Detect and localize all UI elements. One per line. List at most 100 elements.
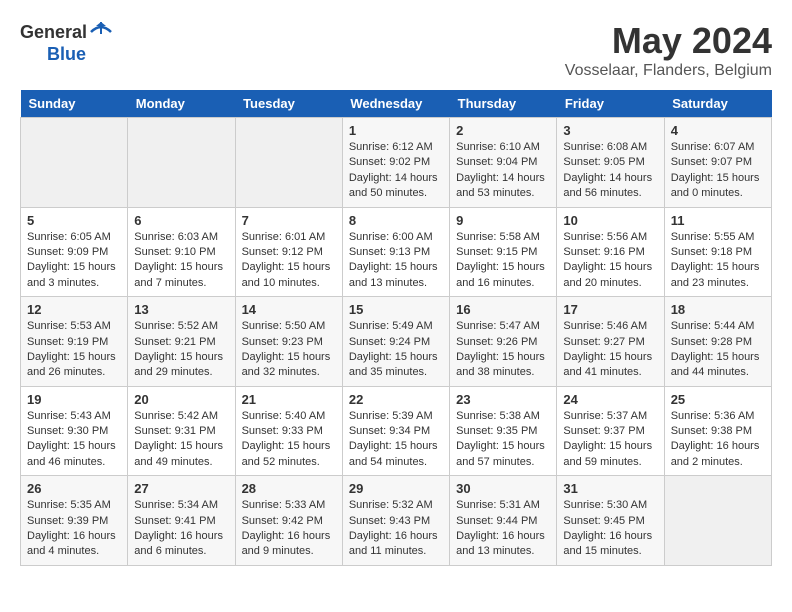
calendar-cell: 30 Sunrise: 5:31 AMSunset: 9:44 PMDayligh…	[450, 476, 557, 566]
day-info: Sunrise: 5:42 AMSunset: 9:31 PMDaylight:…	[134, 409, 228, 471]
calendar-cell: 18 Sunrise: 5:44 AMSunset: 9:28 PMDayligh…	[664, 297, 771, 387]
week-row-1: 1 Sunrise: 6:12 AMSunset: 9:02 PMDaylight…	[21, 118, 772, 208]
day-info: Sunrise: 6:08 AMSunset: 9:05 PMDaylight:…	[563, 140, 657, 202]
day-info: Sunrise: 5:52 AMSunset: 9:21 PMDaylight:…	[134, 319, 228, 381]
day-number: 22	[349, 392, 443, 407]
weekday-header-row: SundayMondayTuesdayWednesdayThursdayFrid…	[21, 90, 772, 118]
weekday-header-wednesday: Wednesday	[342, 90, 449, 118]
calendar-cell	[128, 118, 235, 208]
day-number: 27	[134, 481, 228, 496]
weekday-header-sunday: Sunday	[21, 90, 128, 118]
weekday-header-friday: Friday	[557, 90, 664, 118]
calendar-cell: 4Sunrise: 6:07 AMSunset: 9:07 PMDaylight…	[664, 118, 771, 208]
day-info: Sunrise: 5:43 AMSunset: 9:30 PMDaylight:…	[27, 409, 121, 471]
day-number: 25	[671, 392, 765, 407]
calendar-cell: 13 Sunrise: 5:52 AMSunset: 9:21 PMDayligh…	[128, 297, 235, 387]
day-number: 13	[134, 302, 228, 317]
day-number: 6	[134, 213, 228, 228]
day-info: Sunrise: 5:47 AMSunset: 9:26 PMDaylight:…	[456, 319, 550, 381]
calendar-cell	[21, 118, 128, 208]
day-info: Sunrise: 5:56 AMSunset: 9:16 PMDaylight:…	[563, 230, 657, 292]
day-number: 30	[456, 481, 550, 496]
day-number: 29	[349, 481, 443, 496]
day-number: 23	[456, 392, 550, 407]
calendar-cell: 16Sunrise: 5:47 AMSunset: 9:26 PMDayligh…	[450, 297, 557, 387]
day-number: 10	[563, 213, 657, 228]
calendar-cell: 5 Sunrise: 6:05 AMSunset: 9:09 PMDaylight…	[21, 207, 128, 297]
day-number: 24	[563, 392, 657, 407]
day-info: Sunrise: 5:34 AMSunset: 9:41 PMDaylight:…	[134, 498, 228, 560]
calendar-cell: 27 Sunrise: 5:34 AMSunset: 9:41 PMDayligh…	[128, 476, 235, 566]
calendar-cell: 26Sunrise: 5:35 AMSunset: 9:39 PMDayligh…	[21, 476, 128, 566]
weekday-header-tuesday: Tuesday	[235, 90, 342, 118]
calendar-cell: 7Sunrise: 6:01 AMSunset: 9:12 PMDaylight…	[235, 207, 342, 297]
day-number: 17	[563, 302, 657, 317]
week-row-5: 26Sunrise: 5:35 AMSunset: 9:39 PMDayligh…	[21, 476, 772, 566]
day-number: 1	[349, 123, 443, 138]
day-info: Sunrise: 5:35 AMSunset: 9:39 PMDaylight:…	[27, 498, 121, 560]
day-info: Sunrise: 5:33 AMSunset: 9:42 PMDaylight:…	[242, 498, 336, 560]
day-info: Sunrise: 5:49 AMSunset: 9:24 PMDaylight:…	[349, 319, 443, 381]
calendar-cell: 31 Sunrise: 5:30 AMSunset: 9:45 PMDayligh…	[557, 476, 664, 566]
location-title: Vosselaar, Flanders, Belgium	[565, 62, 772, 80]
day-info: Sunrise: 5:44 AMSunset: 9:28 PMDaylight:…	[671, 319, 765, 381]
weekday-header-thursday: Thursday	[450, 90, 557, 118]
day-info: Sunrise: 5:46 AMSunset: 9:27 PMDaylight:…	[563, 319, 657, 381]
calendar-cell: 19Sunrise: 5:43 AMSunset: 9:30 PMDayligh…	[21, 386, 128, 476]
day-info: Sunrise: 5:38 AMSunset: 9:35 PMDaylight:…	[456, 409, 550, 471]
day-info: Sunrise: 5:30 AMSunset: 9:45 PMDaylight:…	[563, 498, 657, 560]
day-info: Sunrise: 5:37 AMSunset: 9:37 PMDaylight:…	[563, 409, 657, 471]
calendar-cell: 21 Sunrise: 5:40 AMSunset: 9:33 PMDayligh…	[235, 386, 342, 476]
day-number: 3	[563, 123, 657, 138]
day-info: Sunrise: 6:12 AMSunset: 9:02 PMDaylight:…	[349, 140, 443, 202]
day-number: 9	[456, 213, 550, 228]
day-number: 20	[134, 392, 228, 407]
calendar-cell: 23 Sunrise: 5:38 AMSunset: 9:35 PMDayligh…	[450, 386, 557, 476]
week-row-2: 5 Sunrise: 6:05 AMSunset: 9:09 PMDaylight…	[21, 207, 772, 297]
day-number: 18	[671, 302, 765, 317]
calendar-cell: 1 Sunrise: 6:12 AMSunset: 9:02 PMDaylight…	[342, 118, 449, 208]
calendar-table: SundayMondayTuesdayWednesdayThursdayFrid…	[20, 90, 772, 566]
day-number: 21	[242, 392, 336, 407]
calendar-cell: 14Sunrise: 5:50 AMSunset: 9:23 PMDayligh…	[235, 297, 342, 387]
logo-blue-text: Blue	[47, 44, 86, 65]
calendar-cell: 12Sunrise: 5:53 AMSunset: 9:19 PMDayligh…	[21, 297, 128, 387]
calendar-cell: 24 Sunrise: 5:37 AMSunset: 9:37 PMDayligh…	[557, 386, 664, 476]
day-info: Sunrise: 6:00 AMSunset: 9:13 PMDaylight:…	[349, 230, 443, 292]
day-number: 15	[349, 302, 443, 317]
day-info: Sunrise: 5:31 AMSunset: 9:44 PMDaylight:…	[456, 498, 550, 560]
calendar-cell: 17 Sunrise: 5:46 AMSunset: 9:27 PMDayligh…	[557, 297, 664, 387]
day-number: 14	[242, 302, 336, 317]
page-header: General Blue May 2024 Vosselaar, Flander…	[20, 20, 772, 80]
day-info: Sunrise: 6:03 AMSunset: 9:10 PMDaylight:…	[134, 230, 228, 292]
calendar-cell	[235, 118, 342, 208]
day-info: Sunrise: 5:58 AMSunset: 9:15 PMDaylight:…	[456, 230, 550, 292]
day-number: 2	[456, 123, 550, 138]
day-number: 4	[671, 123, 765, 138]
day-number: 28	[242, 481, 336, 496]
day-number: 31	[563, 481, 657, 496]
calendar-cell: 8 Sunrise: 6:00 AMSunset: 9:13 PMDaylight…	[342, 207, 449, 297]
day-info: Sunrise: 5:40 AMSunset: 9:33 PMDaylight:…	[242, 409, 336, 471]
calendar-cell	[664, 476, 771, 566]
day-info: Sunrise: 6:10 AMSunset: 9:04 PMDaylight:…	[456, 140, 550, 202]
calendar-cell: 20 Sunrise: 5:42 AMSunset: 9:31 PMDayligh…	[128, 386, 235, 476]
calendar-cell: 2 Sunrise: 6:10 AMSunset: 9:04 PMDaylight…	[450, 118, 557, 208]
calendar-cell: 9 Sunrise: 5:58 AMSunset: 9:15 PMDaylight…	[450, 207, 557, 297]
day-number: 7	[242, 213, 336, 228]
calendar-cell: 15 Sunrise: 5:49 AMSunset: 9:24 PMDayligh…	[342, 297, 449, 387]
day-info: Sunrise: 6:05 AMSunset: 9:09 PMDaylight:…	[27, 230, 121, 292]
calendar-cell: 3 Sunrise: 6:08 AMSunset: 9:05 PMDaylight…	[557, 118, 664, 208]
week-row-3: 12Sunrise: 5:53 AMSunset: 9:19 PMDayligh…	[21, 297, 772, 387]
day-number: 8	[349, 213, 443, 228]
calendar-cell: 29Sunrise: 5:32 AMSunset: 9:43 PMDayligh…	[342, 476, 449, 566]
calendar-cell: 25 Sunrise: 5:36 AMSunset: 9:38 PMDayligh…	[664, 386, 771, 476]
week-row-4: 19Sunrise: 5:43 AMSunset: 9:30 PMDayligh…	[21, 386, 772, 476]
day-info: Sunrise: 5:36 AMSunset: 9:38 PMDaylight:…	[671, 409, 765, 471]
day-info: Sunrise: 5:39 AMSunset: 9:34 PMDaylight:…	[349, 409, 443, 471]
day-info: Sunrise: 5:53 AMSunset: 9:19 PMDaylight:…	[27, 319, 121, 381]
day-info: Sunrise: 5:55 AMSunset: 9:18 PMDaylight:…	[671, 230, 765, 292]
day-number: 5	[27, 213, 121, 228]
title-block: May 2024 Vosselaar, Flanders, Belgium	[565, 20, 772, 80]
calendar-cell: 10 Sunrise: 5:56 AMSunset: 9:16 PMDayligh…	[557, 207, 664, 297]
